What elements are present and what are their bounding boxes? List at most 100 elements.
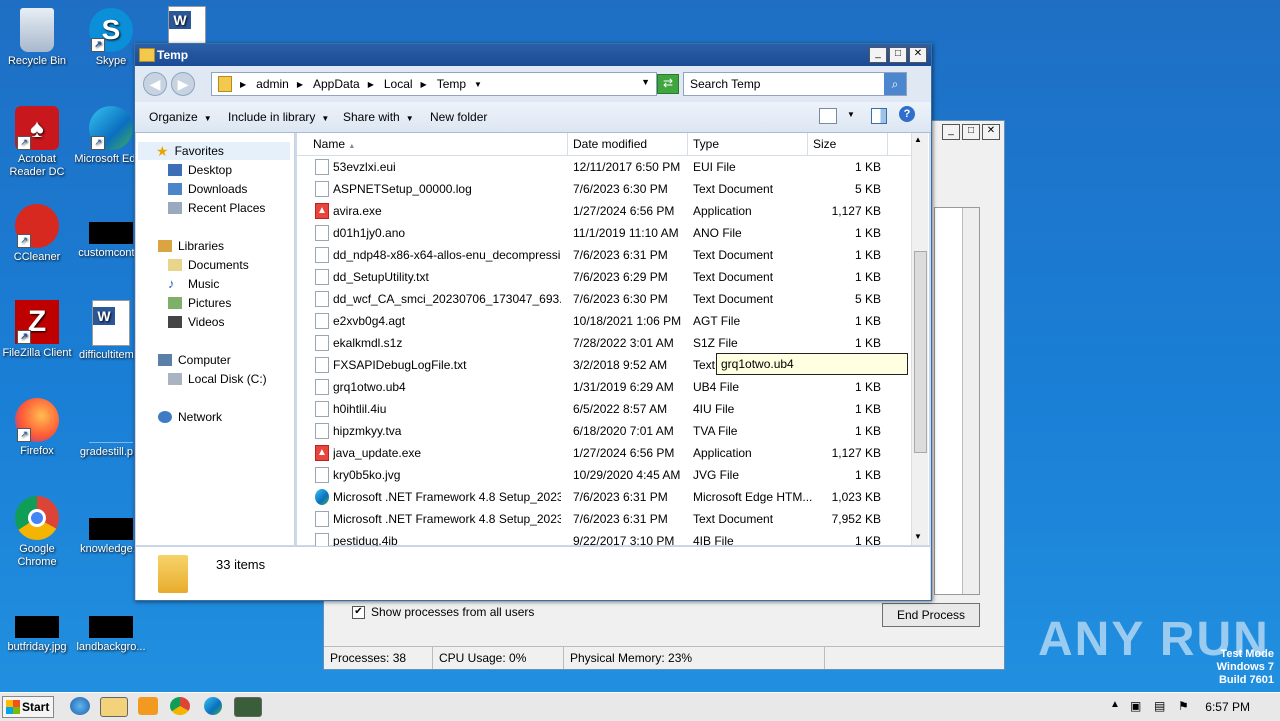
show-all-processes-checkbox[interactable]: ✔	[352, 605, 365, 619]
skype-icon: S ↗	[89, 8, 133, 52]
address-dropdown-icon[interactable]: ▼	[641, 77, 650, 87]
search-input[interactable]: Search Temp ⌕	[683, 72, 907, 96]
file-row[interactable]: ekalkmdl.s1z 7/28/2022 3:01 AM S1Z File 1 K…	[297, 332, 911, 354]
breadcrumb-temp[interactable]: Temp	[437, 77, 466, 91]
process-list-scrollbar[interactable]	[962, 208, 979, 594]
desktop-icon-ccleaner[interactable]: ↗ CCleaner	[0, 204, 74, 264]
scroll-up-icon[interactable]: ▲	[914, 135, 922, 144]
nav-pictures[interactable]: Pictures	[168, 296, 231, 310]
taskbar: Start ▲ ▣ ▤ ⚑ 6:57 PM	[0, 692, 1280, 721]
file-date: 1/27/2024 6:56 PM	[573, 204, 675, 218]
nav-downloads[interactable]: Downloads	[168, 182, 247, 196]
breadcrumb-appdata[interactable]: AppData	[313, 77, 360, 91]
edge-icon: ↗	[89, 106, 133, 150]
file-row[interactable]: 53evzlxi.eui 12/11/2017 6:50 PM EUI File 1 …	[297, 156, 911, 178]
nav-computer[interactable]: Computer	[158, 353, 231, 367]
file-row[interactable]: kry0b5ko.jvg 10/29/2020 4:45 AM JVG File 1 …	[297, 464, 911, 486]
search-icon[interactable]: ⌕	[884, 73, 906, 95]
nav-documents[interactable]: Documents	[168, 258, 249, 272]
file-row[interactable]: e2xvb0g4.agt 10/18/2021 1:06 PM AGT File 1 …	[297, 310, 911, 332]
include-in-library-menu[interactable]: Include in library ▼	[228, 110, 329, 124]
close-button[interactable]: ✕	[909, 47, 927, 63]
breadcrumb-separator-icon[interactable]: ▶	[240, 80, 246, 89]
scroll-down-icon[interactable]: ▼	[914, 532, 922, 541]
breadcrumb-local[interactable]: Local	[384, 77, 413, 91]
show-all-processes[interactable]: ✔ Show processes from all users	[352, 605, 534, 619]
file-row[interactable]: grq1otwo.ub4 1/31/2019 6:29 AM UB4 File 1 K…	[297, 376, 911, 398]
file-size: 1 KB	[854, 314, 881, 328]
desktop-icon-firefox[interactable]: ↗ Firefox	[0, 398, 74, 458]
media-player-icon[interactable]	[138, 697, 158, 715]
file-row[interactable]: ASPNETSetup_00000.log 7/6/2023 6:30 PM Tex…	[297, 178, 911, 200]
breadcrumb-admin[interactable]: admin	[256, 77, 289, 91]
nav-music[interactable]: ♪ Music	[168, 277, 219, 291]
action-center-flag-icon[interactable]: ⚑	[1178, 699, 1189, 713]
maximize-button[interactable]: □	[962, 124, 980, 140]
forward-button[interactable]: ▶	[171, 72, 195, 96]
windows-version-line: Windows 7	[1216, 661, 1274, 673]
process-list[interactable]	[934, 207, 980, 595]
desktop-icon-filezilla[interactable]: Z ↗ FileZilla Client	[0, 300, 74, 360]
clock[interactable]: 6:57 PM	[1205, 700, 1250, 714]
file-row[interactable]: dd_wcf_CA_smci_20230706_173047_693.txt 7/…	[297, 288, 911, 310]
back-button[interactable]: ◀	[143, 72, 167, 96]
minimize-button[interactable]: _	[869, 47, 887, 63]
preview-pane-icon[interactable]	[871, 108, 887, 124]
desktop-icon-butfriday[interactable]: butfriday.jpg	[0, 616, 74, 654]
column-type[interactable]: Type	[693, 137, 719, 151]
nav-desktop[interactable]: Desktop	[168, 163, 232, 177]
close-button[interactable]: ✕	[982, 124, 1000, 140]
document-icon	[315, 313, 329, 329]
desktop-icon-recycle-bin[interactable]: Recycle Bin	[0, 8, 74, 68]
address-bar[interactable]: ▶ admin ▶ AppData ▶ Local ▶ Temp ▼ ▼	[211, 72, 657, 96]
breadcrumb-separator-icon[interactable]: ▼	[474, 80, 482, 89]
explorer-taskbar-icon[interactable]	[100, 697, 128, 717]
minimize-button[interactable]: _	[942, 124, 960, 140]
column-size[interactable]: Size	[813, 137, 836, 151]
file-row[interactable]: h0ihtlil.4iu 6/5/2022 8:57 AM 4IU File 1 KB	[297, 398, 911, 420]
end-process-button[interactable]: End Process	[882, 603, 980, 627]
breadcrumb-separator-icon[interactable]: ▶	[297, 80, 303, 89]
file-row[interactable]: hipzmkyy.tva 6/18/2020 7:01 AM TVA File 1 K…	[297, 420, 911, 442]
file-thumbnail-icon	[89, 398, 133, 443]
chrome-taskbar-icon[interactable]	[170, 697, 190, 715]
refresh-button[interactable]: ⇄	[657, 74, 679, 94]
scrollbar-thumb[interactable]	[914, 251, 927, 453]
file-row[interactable]: dd_SetupUtility.txt 7/6/2023 6:29 PM Text …	[297, 266, 911, 288]
column-name[interactable]: Name ▲	[313, 137, 355, 151]
task-manager-taskbar-icon[interactable]	[234, 697, 262, 717]
file-row[interactable]: d01h1jy0.ano 11/1/2019 11:10 AM ANO File 1 …	[297, 222, 911, 244]
start-button[interactable]: Start	[2, 696, 54, 718]
file-row[interactable]: Microsoft .NET Framework 4.8 Setup_20230…	[297, 486, 911, 508]
new-folder-button[interactable]: New folder	[430, 110, 487, 124]
breadcrumb-separator-icon[interactable]: ▶	[421, 80, 427, 89]
breadcrumb-separator-icon[interactable]: ▶	[368, 80, 374, 89]
share-with-menu[interactable]: Share with ▼	[343, 110, 414, 124]
nav-recent-places[interactable]: Recent Places	[168, 201, 265, 215]
help-icon[interactable]: ?	[899, 106, 915, 122]
network-tray-icon[interactable]: ▤	[1154, 699, 1165, 713]
nav-local-disk[interactable]: Local Disk (C:)	[168, 372, 267, 386]
nav-favorites[interactable]: ★ Favorites	[138, 142, 290, 160]
view-options-icon[interactable]	[819, 108, 837, 124]
maximize-button[interactable]: □	[889, 47, 907, 63]
tray-app-icon[interactable]: ▣	[1130, 699, 1141, 713]
view-dropdown-icon[interactable]: ▼	[847, 110, 855, 119]
desktop-icon-acrobat[interactable]: ♠ ↗ Acrobat Reader DC	[0, 106, 74, 179]
file-row[interactable]: Microsoft .NET Framework 4.8 Setup_20230…	[297, 508, 911, 530]
column-date-modified[interactable]: Date modified	[573, 137, 647, 151]
organize-menu[interactable]: Organize ▼	[149, 110, 212, 124]
nav-videos[interactable]: Videos	[168, 315, 224, 329]
file-row[interactable]: ▲ java_update.exe 1/27/2024 6:56 PM Applica…	[297, 442, 911, 464]
nav-libraries[interactable]: Libraries	[158, 239, 224, 253]
edge-taskbar-icon[interactable]	[204, 697, 224, 715]
internet-explorer-icon[interactable]	[70, 697, 90, 715]
explorer-title-bar[interactable]: Temp _ □ ✕	[135, 44, 931, 66]
desktop-icon-landbackground[interactable]: landbackgro...	[74, 616, 148, 654]
nav-network[interactable]: Network	[158, 410, 222, 424]
file-row[interactable]: ▲ avira.exe 1/27/2024 6:56 PM Application 1,…	[297, 200, 911, 222]
file-list-scrollbar[interactable]: ▲ ▼	[911, 133, 928, 545]
tray-expand-icon[interactable]: ▲	[1110, 699, 1120, 710]
file-row[interactable]: dd_ndp48-x86-x64-allos-enu_decompression…	[297, 244, 911, 266]
desktop-icon-chrome[interactable]: Google Chrome	[0, 496, 74, 569]
